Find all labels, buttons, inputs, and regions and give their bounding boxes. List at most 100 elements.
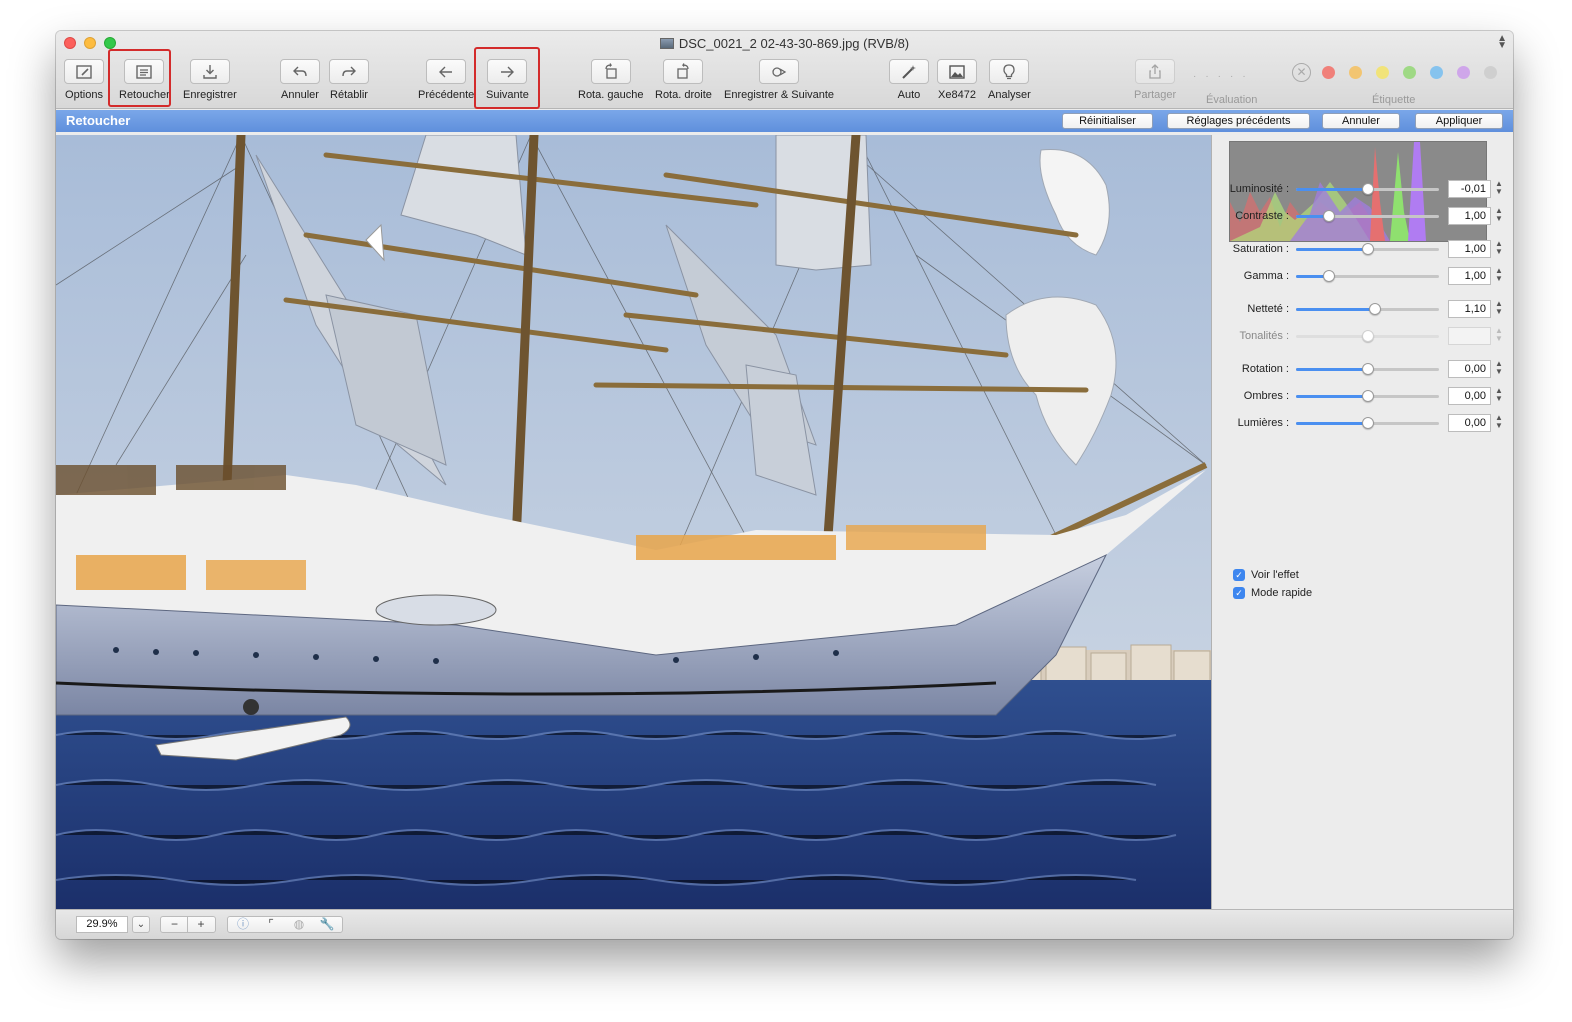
- adjustment-slider[interactable]: [1296, 417, 1439, 429]
- adjustment-value-field[interactable]: 0,00: [1448, 387, 1491, 405]
- rotate-left-icon[interactable]: [590, 59, 631, 84]
- stepper-icon[interactable]: ▲ ▼: [1494, 240, 1504, 258]
- previous-icon[interactable]: [426, 59, 467, 84]
- slider-knob[interactable]: [1361, 243, 1374, 255]
- label-color-dot[interactable]: [1457, 66, 1470, 79]
- show-effect-checkbox[interactable]: ✓ Voir l'effet: [1233, 569, 1299, 581]
- rating-stars[interactable]: ·····: [1193, 71, 1255, 82]
- slider-fill: [1296, 395, 1368, 398]
- redo-icon[interactable]: [329, 59, 369, 84]
- label-color-dot[interactable]: [1484, 66, 1497, 79]
- adjustment-value-field[interactable]: 1,00: [1448, 240, 1491, 258]
- rotate-right-icon[interactable]: [663, 59, 704, 84]
- magic-wand-icon[interactable]: [889, 59, 929, 84]
- toolbar-save-next[interactable]: Enregistrer & Suivante: [724, 59, 834, 101]
- stepper-icon[interactable]: ▲ ▼: [1494, 300, 1504, 318]
- slider-knob[interactable]: [1361, 183, 1374, 195]
- toolbar-save[interactable]: Enregistrer: [183, 59, 237, 101]
- adjustment-label: Lumières :: [1237, 417, 1289, 429]
- adjustment-slider[interactable]: [1296, 183, 1439, 195]
- photo-canvas[interactable]: [56, 135, 1212, 909]
- adjustment-value-field[interactable]: -0,01: [1448, 180, 1491, 198]
- label-color-dot[interactable]: [1403, 66, 1416, 79]
- label-color-dot[interactable]: [1349, 66, 1362, 79]
- undo-icon[interactable]: [280, 59, 320, 84]
- adjustment-label: Saturation :: [1232, 243, 1289, 255]
- adjustment-value-field[interactable]: 1,00: [1448, 267, 1491, 285]
- toolbar-options[interactable]: Options: [64, 59, 104, 101]
- adjustment-slider[interactable]: [1296, 270, 1439, 282]
- slider-knob[interactable]: [1361, 330, 1374, 342]
- slider-knob[interactable]: [1368, 303, 1381, 315]
- cancel-button[interactable]: Annuler: [1322, 113, 1400, 129]
- no-label-icon[interactable]: ✕: [1292, 63, 1311, 82]
- stepper-icon[interactable]: ▲ ▼: [1494, 267, 1504, 285]
- toolbar-xe8472[interactable]: Xe8472: [937, 59, 977, 101]
- slider-fill: [1296, 422, 1368, 425]
- slider-knob[interactable]: [1361, 417, 1374, 429]
- fast-mode-checkbox[interactable]: ✓ Mode rapide: [1233, 587, 1312, 599]
- image-icon[interactable]: [937, 59, 977, 84]
- crop-icon[interactable]: ⌜: [257, 917, 285, 932]
- slider-knob[interactable]: [1361, 363, 1374, 375]
- slider-knob[interactable]: [1322, 270, 1335, 282]
- color-picker-icon[interactable]: ◍: [285, 917, 313, 932]
- adjustment-slider[interactable]: [1296, 303, 1439, 315]
- toolbar-share[interactable]: Partager: [1134, 59, 1176, 101]
- label-color-dot[interactable]: [1430, 66, 1443, 79]
- slider-fill: [1296, 248, 1368, 251]
- slider-knob[interactable]: [1322, 210, 1335, 222]
- adjustment-label: Tonalités :: [1239, 330, 1289, 342]
- adjustment-slider[interactable]: [1296, 210, 1439, 222]
- retouch-bar: Retoucher Réinitialiser Réglages précéde…: [56, 110, 1513, 132]
- adjustment-slider[interactable]: [1296, 243, 1439, 255]
- lightbulb-icon[interactable]: [989, 59, 1030, 84]
- wrench-icon[interactable]: 🔧: [313, 917, 341, 932]
- stepper-icon[interactable]: ▲ ▼: [1494, 207, 1504, 225]
- stepper-icon[interactable]: ▲ ▼: [1494, 414, 1504, 432]
- share-icon[interactable]: [1135, 59, 1176, 84]
- toolbar-redo[interactable]: Rétablir: [329, 59, 369, 101]
- adjustment-value-field[interactable]: 0,00: [1448, 414, 1491, 432]
- options-icon[interactable]: [64, 59, 104, 84]
- zoom-in-icon[interactable]: +: [188, 917, 214, 932]
- zoom-dropdown-icon[interactable]: ⌄: [132, 916, 150, 933]
- adjustment-slider[interactable]: [1296, 363, 1439, 375]
- toolbar-label: Xe8472: [938, 89, 976, 101]
- stepper-icon[interactable]: ▲ ▼: [1494, 387, 1504, 405]
- toolbar-previous[interactable]: Précédente: [418, 59, 474, 101]
- adjustment-value-field[interactable]: [1448, 327, 1491, 345]
- adjustment-value-field[interactable]: 1,00: [1448, 207, 1491, 225]
- stepper-icon[interactable]: ▲ ▼: [1494, 360, 1504, 378]
- checkmark-icon[interactable]: ✓: [1233, 569, 1245, 581]
- label-color-label: Étiquette: [1372, 94, 1416, 106]
- zoom-field[interactable]: 29.9%: [76, 916, 128, 933]
- apply-button[interactable]: Appliquer: [1415, 113, 1503, 129]
- adjustment-value-field[interactable]: 1,10: [1448, 300, 1491, 318]
- adjustment-value-field[interactable]: 0,00: [1448, 360, 1491, 378]
- title-stepper-icon[interactable]: ▲ ▼: [1497, 34, 1507, 51]
- toolbar-label: Partager: [1134, 89, 1177, 101]
- save-icon[interactable]: [189, 59, 230, 84]
- info-icon[interactable]: ⓘ: [229, 917, 257, 932]
- zoom-out-icon[interactable]: −: [162, 917, 188, 932]
- label-color-dot[interactable]: [1376, 66, 1389, 79]
- previous-settings-button[interactable]: Réglages précédents: [1167, 113, 1310, 129]
- reset-button[interactable]: Réinitialiser: [1062, 113, 1153, 129]
- slider-knob[interactable]: [1361, 390, 1374, 402]
- stepper-icon[interactable]: ▲ ▼: [1494, 327, 1504, 345]
- adjustment-slider[interactable]: [1296, 330, 1439, 342]
- stepper-icon[interactable]: ▲ ▼: [1494, 180, 1504, 198]
- checkmark-icon[interactable]: ✓: [1233, 587, 1245, 599]
- toolbar-rotate-left[interactable]: Rota. gauche: [578, 59, 643, 101]
- toolbar-undo[interactable]: Annuler: [280, 59, 320, 101]
- show-effect-label: Voir l'effet: [1251, 569, 1299, 581]
- highlight-next: [474, 47, 540, 109]
- save-next-icon[interactable]: [759, 59, 800, 84]
- toolbar-rotate-right[interactable]: Rota. droite: [655, 59, 712, 101]
- adjustment-slider[interactable]: [1296, 390, 1439, 402]
- toolbar-auto[interactable]: Auto: [889, 59, 929, 101]
- toolbar-analyze[interactable]: Analyser: [988, 59, 1031, 101]
- toolbar-label: Rota. gauche: [578, 89, 644, 101]
- label-color-dot[interactable]: [1322, 66, 1335, 79]
